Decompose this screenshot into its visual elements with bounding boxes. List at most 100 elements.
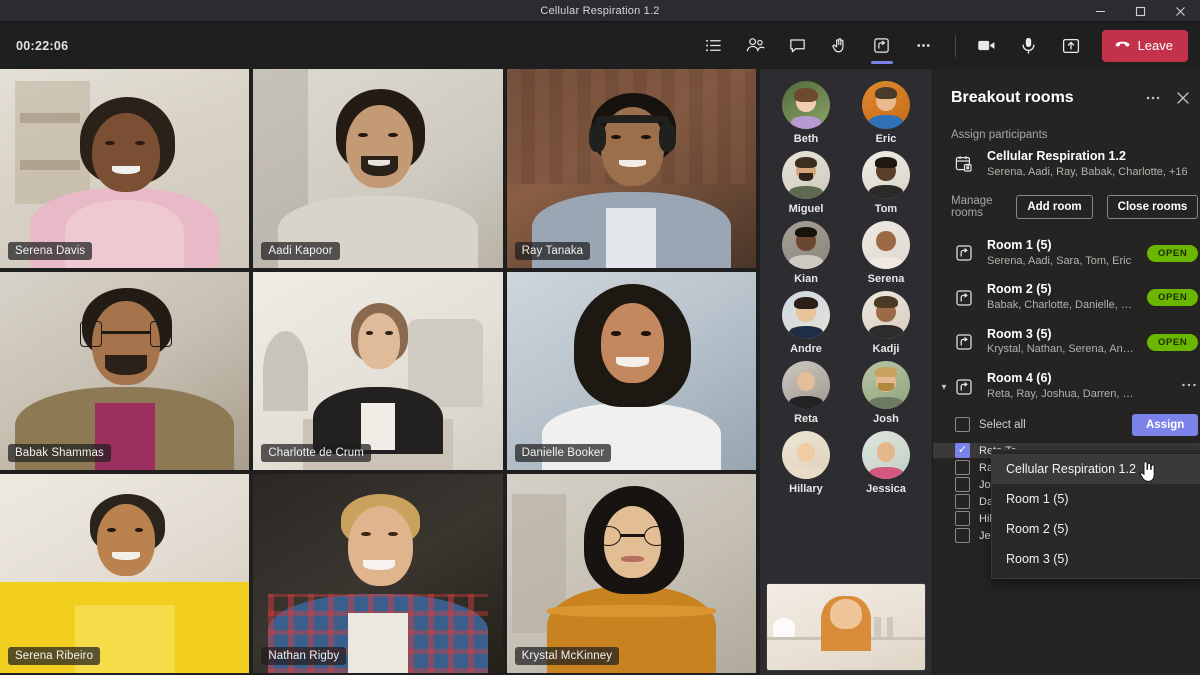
select-all-row[interactable]: Select all Assign <box>933 409 1200 443</box>
avatar <box>782 151 830 199</box>
assign-destination-menu[interactable]: Cellular Respiration 1.2 Room 1 (5) Room… <box>991 449 1200 579</box>
roster-participant[interactable]: Serena <box>846 221 926 285</box>
avatar <box>862 151 910 199</box>
room-members: Babak, Charlotte, Danielle, Mig... <box>987 299 1137 312</box>
maximize-icon[interactable] <box>1120 0 1160 22</box>
meeting-toolbar: 00:22:06 Leave <box>0 22 1200 69</box>
roster-participant[interactable]: Miguel <box>766 151 846 215</box>
leave-button[interactable]: Leave <box>1101 29 1188 62</box>
menu-item-room-1[interactable]: Room 1 (5) <box>992 484 1200 514</box>
menu-item-room-2[interactable]: Room 2 (5) <box>992 514 1200 544</box>
show-participants-list-icon[interactable] <box>694 27 734 65</box>
tile-name-label: Serena Davis <box>8 241 93 260</box>
panel-more-options-icon[interactable] <box>1140 85 1166 111</box>
menu-item-room-3[interactable]: Room 3 (5) <box>992 544 1200 574</box>
participant-checkbox[interactable] <box>955 528 970 544</box>
participant-checkbox[interactable] <box>955 477 970 493</box>
share-screen-icon[interactable] <box>1051 27 1091 65</box>
camera-icon[interactable] <box>967 27 1007 65</box>
manage-rooms-row: Manage rooms Add room Close rooms <box>933 187 1200 229</box>
video-tile[interactable]: Aadi Kapoor <box>253 69 503 268</box>
roster-participant-name: Beth <box>793 133 819 145</box>
room-text: Room 2 (5) Babak, Charlotte, Danielle, M… <box>987 282 1137 312</box>
minimize-icon[interactable] <box>1080 0 1120 22</box>
room-more-options-icon[interactable] <box>1180 376 1198 398</box>
panel-header: Breakout rooms <box>933 69 1200 121</box>
participant-checkbox[interactable] <box>955 494 970 510</box>
participant-roster-strip: Beth Eric Miguel Tom Kian Serena Andre K… <box>760 69 932 675</box>
participant-checkbox[interactable] <box>955 460 970 476</box>
video-tile[interactable]: Charlotte de Crum <box>253 271 503 471</box>
video-tile[interactable]: Serena Ribeiro <box>0 474 250 673</box>
meeting-stage: Serena Davis Aadi Kapoor Ray Tanaka Baba… <box>0 69 1200 675</box>
chevron-down-icon[interactable]: ▼ <box>940 382 948 391</box>
breakout-room-icon <box>951 240 977 266</box>
assigned-meeting-row[interactable]: Cellular Respiration 1.2 Serena, Aadi, R… <box>933 145 1200 187</box>
roster-participant[interactable]: Eric <box>846 81 926 145</box>
video-grid: Serena Davis Aadi Kapoor Ray Tanaka Baba… <box>0 69 760 675</box>
participant-figure <box>506 69 756 268</box>
roster-participant[interactable]: Tom <box>846 151 926 215</box>
video-tile[interactable]: Serena Davis <box>0 69 250 268</box>
breakout-rooms-panel: Breakout rooms Assign participants Cellu… <box>932 69 1200 675</box>
roster-participant[interactable]: Reta <box>766 361 846 425</box>
assigned-meeting-text: Cellular Respiration 1.2 Serena, Aadi, R… <box>987 149 1188 179</box>
teams-meeting-window: Cellular Respiration 1.2 00:22:06 Leave … <box>0 0 1200 675</box>
roster-participant[interactable]: Andre <box>766 291 846 355</box>
room-members: Serena, Aadi, Sara, Tom, Eric <box>987 254 1132 267</box>
roster-participant-name: Jessica <box>866 483 906 495</box>
room-members: Reta, Ray, Joshua, Darren, Hilla... <box>987 387 1137 400</box>
self-view-video[interactable] <box>766 583 926 671</box>
panel-close-icon[interactable] <box>1170 85 1196 111</box>
room-list-item[interactable]: Room 1 (5) Serena, Aadi, Sara, Tom, Eric… <box>933 231 1200 275</box>
roster-participant[interactable]: Kadji <box>846 291 926 355</box>
avatar <box>782 431 830 479</box>
menu-item-meeting[interactable]: Cellular Respiration 1.2 <box>992 454 1200 484</box>
toolbar-actions: Leave <box>694 27 1188 65</box>
mic-icon[interactable] <box>1009 27 1049 65</box>
close-icon[interactable] <box>1160 0 1200 22</box>
participant-figure <box>0 272 249 471</box>
roster-grid: Beth Eric Miguel Tom Kian Serena Andre K… <box>760 77 932 499</box>
video-tile[interactable]: Ray Tanaka <box>506 69 756 268</box>
toolbar-divider <box>954 34 956 57</box>
more-actions-icon[interactable] <box>904 27 944 65</box>
avatar <box>782 291 830 339</box>
tile-name-label: Nathan Rigby <box>261 647 347 665</box>
participant-checkbox[interactable] <box>955 443 970 459</box>
tile-name-label: Babak Shammas <box>8 444 111 463</box>
chat-icon[interactable] <box>778 27 818 65</box>
window-controls <box>1080 0 1200 22</box>
roster-participant[interactable]: Beth <box>766 81 846 145</box>
roster-participant-name: Tom <box>874 203 898 215</box>
tile-name-label: Krystal McKinney <box>514 647 620 665</box>
select-all-checkbox[interactable] <box>955 417 970 433</box>
video-tile[interactable]: Nathan Rigby <box>253 474 503 673</box>
add-room-button[interactable]: Add room <box>1016 194 1093 219</box>
roster-participant-name: Reta <box>794 413 818 425</box>
video-tile[interactable]: Krystal McKinney <box>506 474 756 673</box>
room-name: Room 1 (5) <box>987 237 1052 252</box>
roster-participant-name: Hillary <box>789 483 823 495</box>
video-tile[interactable]: Danielle Booker <box>506 271 756 471</box>
roster-participant[interactable]: Kian <box>766 221 846 285</box>
raise-hand-icon[interactable] <box>820 27 860 65</box>
participant-checkbox[interactable] <box>955 511 970 527</box>
assign-participants-label: Assign participants <box>951 129 1048 141</box>
room-list-item[interactable]: Room 3 (5) Krystal, Nathan, Serena, Andr… <box>933 320 1200 364</box>
room-list-item[interactable]: Room 2 (5) Babak, Charlotte, Danielle, M… <box>933 275 1200 319</box>
roster-participant-name: Kian <box>794 273 818 285</box>
close-rooms-button[interactable]: Close rooms <box>1106 194 1199 219</box>
room-list-item-expanded[interactable]: ▼ Room 4 (6) Reta, Ray, Joshua, Darren, … <box>933 364 1200 408</box>
roster-participant-name: Kadji <box>872 343 900 355</box>
roster-participant[interactable]: Josh <box>846 361 926 425</box>
roster-participant[interactable]: Hillary <box>766 431 846 495</box>
breakout-rooms-icon[interactable] <box>862 27 902 65</box>
roster-participant[interactable]: Jessica <box>846 431 926 495</box>
people-icon[interactable] <box>736 27 776 65</box>
tile-name-label: Danielle Booker <box>514 444 612 463</box>
room-text: Room 4 (6) Reta, Ray, Joshua, Darren, Hi… <box>987 371 1137 401</box>
assign-button[interactable]: Assign <box>1131 413 1199 436</box>
video-tile[interactable]: Babak Shammas <box>0 271 250 471</box>
avatar <box>862 81 910 129</box>
